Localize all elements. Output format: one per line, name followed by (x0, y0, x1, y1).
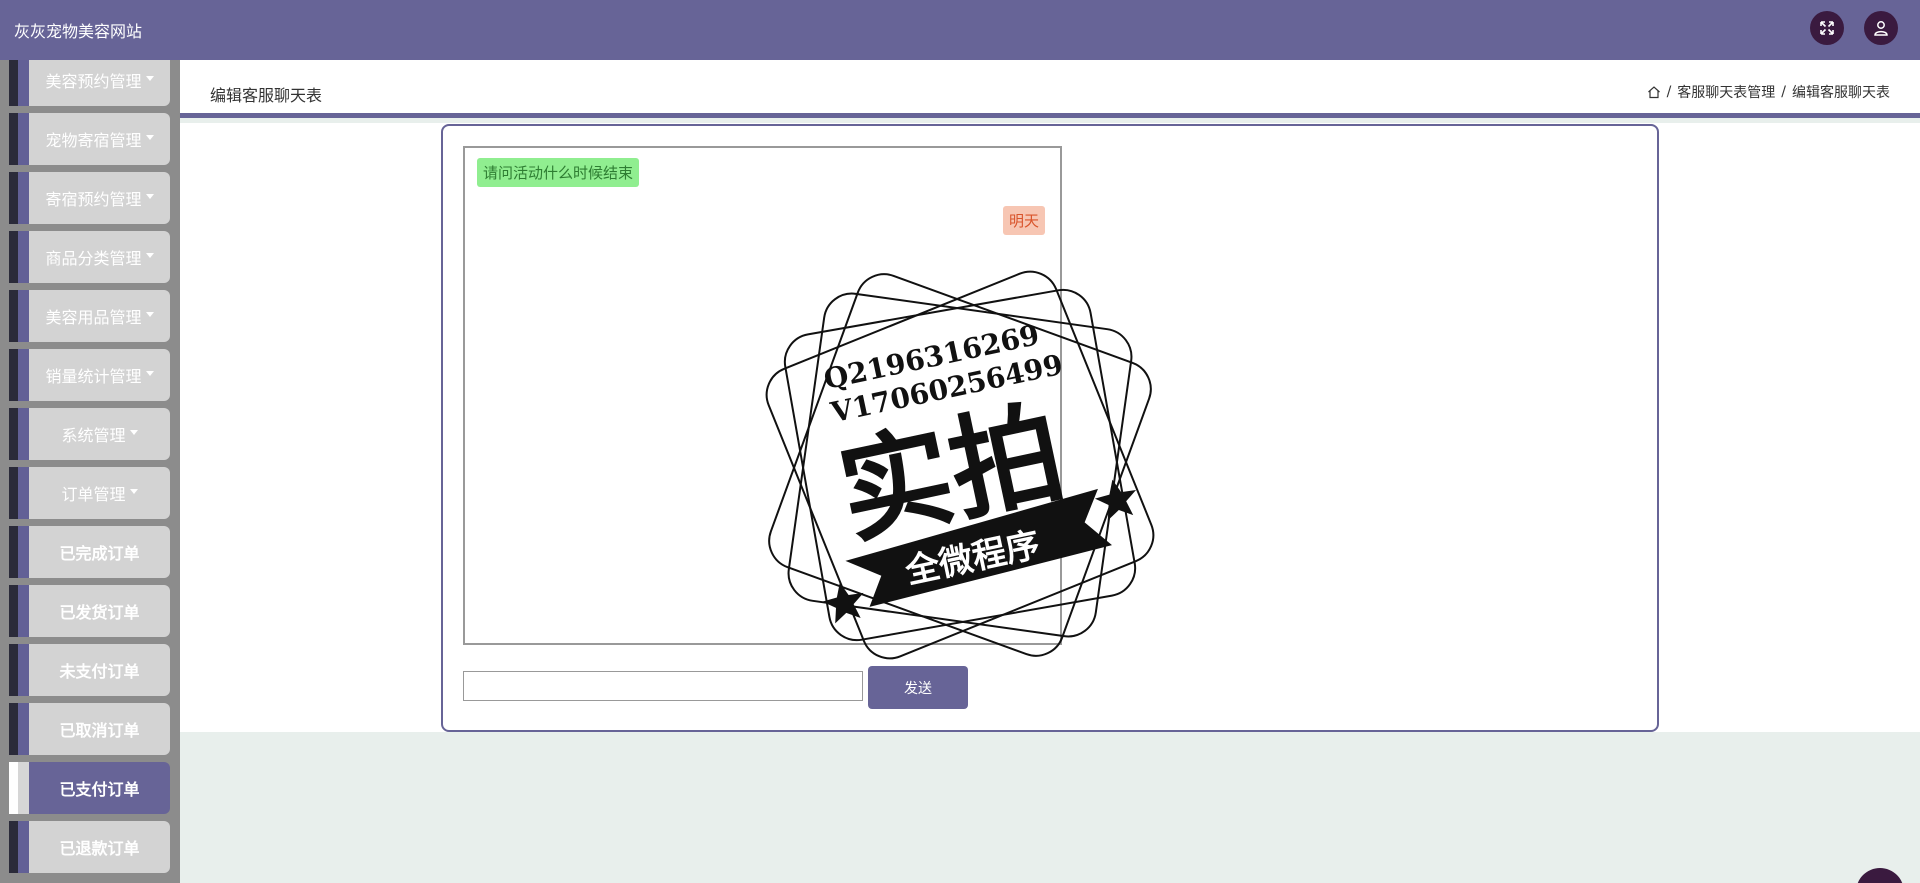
sidebar-item-marker (9, 762, 18, 814)
sidebar-item-tile[interactable]: 美容用品管理 (29, 290, 170, 342)
sidebar-item-marker (9, 172, 18, 224)
sidebar-item-tile[interactable]: 已支付订单 (29, 762, 170, 814)
sidebar-item-label: 已退款订单 (59, 839, 140, 858)
top-header: 灰灰宠物美容网站 (0, 0, 1920, 60)
fullscreen-button[interactable] (1810, 11, 1844, 45)
sidebar-item[interactable]: 已取消订单 (9, 703, 170, 755)
page-header: 编辑客服聊天表 / 客服聊天表管理 / 编辑客服聊天表 (180, 60, 1920, 118)
sidebar-item-marker (9, 290, 18, 342)
sidebar-item-marker (9, 408, 18, 460)
sidebar-item[interactable]: 系统管理 (9, 408, 170, 460)
sidebar-item-accent (18, 290, 29, 342)
fullscreen-icon (1820, 21, 1834, 35)
chevron-down-icon (129, 429, 138, 435)
sidebar-item-marker (9, 60, 18, 106)
sidebar-item-label: 未支付订单 (59, 662, 140, 681)
sidebar-item-tile[interactable]: 系统管理 (29, 408, 170, 460)
sidebar-item-accent (18, 467, 29, 519)
chevron-down-icon (145, 75, 154, 81)
breadcrumb-separator: / (1666, 84, 1672, 100)
user-button[interactable] (1864, 11, 1898, 45)
breadcrumb-separator: / (1781, 84, 1786, 100)
sidebar-item-tile[interactable]: 已退款订单 (29, 821, 170, 873)
sidebar-item-marker (9, 113, 18, 165)
sidebar-item-marker (9, 821, 18, 873)
sidebar-item-accent (18, 526, 29, 578)
sidebar: 美容预约管理 宠物寄宿管理 寄宿预约管理 商品分类管理 美容用品管理 销量统计管理 系统管理… (0, 60, 180, 883)
sidebar-item-tile[interactable]: 已发货订单 (29, 585, 170, 637)
sidebar-item-marker (9, 467, 18, 519)
sidebar-item-label: 宠物寄宿管理 (45, 131, 142, 150)
chat-message-right: 明天 (1003, 206, 1046, 235)
sidebar-item-marker (9, 703, 18, 755)
sidebar-item-marker (9, 585, 18, 637)
sidebar-item-marker (9, 349, 18, 401)
sidebar-item[interactable]: 已退款订单 (9, 821, 170, 873)
page-title: 编辑客服聊天表 (210, 86, 323, 105)
sidebar-item[interactable]: 宠物寄宿管理 (9, 113, 170, 165)
chevron-down-icon (145, 252, 154, 258)
sidebar-item-accent (18, 821, 29, 873)
sidebar-item-tile[interactable]: 已取消订单 (29, 703, 170, 755)
chevron-down-icon (145, 134, 154, 140)
sidebar-item-accent (18, 349, 29, 401)
chevron-down-icon (145, 370, 154, 376)
sidebar-item-accent (18, 762, 29, 814)
sidebar-item-label: 已取消订单 (59, 721, 140, 740)
sidebar-item[interactable]: 已发货订单 (9, 585, 170, 637)
sidebar-item-accent (18, 408, 29, 460)
sidebar-item[interactable]: 商品分类管理 (9, 231, 170, 283)
user-icon (1874, 21, 1888, 36)
sidebar-item-label: 美容预约管理 (45, 72, 142, 91)
sidebar-item-accent (18, 113, 29, 165)
sidebar-item-label: 已发货订单 (59, 603, 140, 622)
sidebar-item[interactable]: 已支付订单 (9, 762, 170, 814)
sidebar-item-label: 已完成订单 (59, 544, 140, 563)
chevron-down-icon (145, 311, 154, 317)
sidebar-item[interactable]: 销量统计管理 (9, 349, 170, 401)
sidebar-item-tile[interactable]: 宠物寄宿管理 (29, 113, 170, 165)
sidebar-item[interactable]: 美容预约管理 (9, 60, 170, 106)
breadcrumb-item-current: 编辑客服聊天表 (1792, 85, 1890, 101)
sidebar-item[interactable]: 已完成订单 (9, 526, 170, 578)
sidebar-item-label: 订单管理 (61, 485, 126, 504)
sidebar-item-tile[interactable]: 未支付订单 (29, 644, 170, 696)
sidebar-item-accent (18, 172, 29, 224)
sidebar-item-accent (18, 585, 29, 637)
sidebar-item-marker (9, 526, 18, 578)
sidebar-item-tile[interactable]: 美容预约管理 (29, 60, 170, 106)
sidebar-item[interactable]: 订单管理 (9, 467, 170, 519)
sidebar-item-label: 已支付订单 (59, 780, 140, 799)
sidebar-item-tile[interactable]: 已完成订单 (29, 526, 170, 578)
sidebar-item[interactable]: 美容用品管理 (9, 290, 170, 342)
scroll-top-button[interactable] (1856, 868, 1904, 883)
sidebar-item-label: 商品分类管理 (45, 249, 142, 268)
sidebar-item[interactable]: 寄宿预约管理 (9, 172, 170, 224)
chat-message-left: 请问活动什么时候结束 (477, 158, 640, 187)
breadcrumb-item-list[interactable]: 客服聊天表管理 (1677, 82, 1775, 102)
sidebar-item-label: 系统管理 (61, 426, 126, 445)
sidebar-item-tile[interactable]: 订单管理 (29, 467, 170, 519)
sidebar-item-label: 寄宿预约管理 (45, 190, 142, 209)
chevron-down-icon (145, 193, 154, 199)
message-input[interactable] (463, 671, 863, 701)
watermark-stamp: Q2196316269 V17060256499 实拍 全微程序 (765, 270, 1155, 660)
sidebar-item-accent (18, 703, 29, 755)
sidebar-item-marker (9, 644, 18, 696)
sidebar-item-accent (18, 644, 29, 696)
breadcrumb: / 客服聊天表管理 / 编辑客服聊天表 (1647, 82, 1890, 102)
sidebar-item-marker (9, 231, 18, 283)
app-title: 灰灰宠物美容网站 (14, 22, 143, 41)
sidebar-item[interactable]: 未支付订单 (9, 644, 170, 696)
star-icon (822, 582, 864, 624)
sidebar-item-tile[interactable]: 商品分类管理 (29, 231, 170, 283)
home-icon[interactable] (1647, 85, 1661, 99)
sidebar-item-label: 美容用品管理 (45, 308, 142, 327)
chevron-down-icon (129, 488, 138, 494)
sidebar-item-accent (18, 231, 29, 283)
sidebar-item-tile[interactable]: 销量统计管理 (29, 349, 170, 401)
sidebar-item-accent (18, 60, 29, 106)
sidebar-item-tile[interactable]: 寄宿预约管理 (29, 172, 170, 224)
sidebar-item-label: 销量统计管理 (45, 367, 142, 386)
